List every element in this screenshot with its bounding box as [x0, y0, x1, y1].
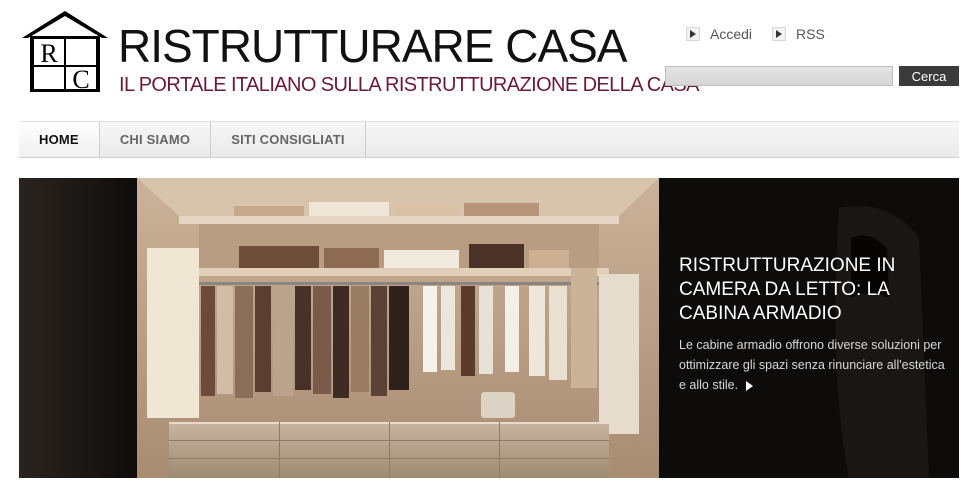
hero-description: Le cabine armadio offrono diverse soluzi…: [679, 335, 945, 395]
main-nav: HOME CHI SIAMO SITI CONSIGLIATI: [19, 121, 959, 158]
play-arrow-icon[interactable]: [746, 380, 754, 391]
login-link[interactable]: Accedi: [686, 25, 752, 43]
logo[interactable]: R C: [20, 10, 110, 94]
nav-item-chi-siamo[interactable]: CHI SIAMO: [100, 122, 212, 157]
site-title[interactable]: RISTRUTTURARE CASA: [118, 20, 627, 72]
rss-link[interactable]: RSS: [772, 25, 825, 43]
arrow-right-icon: [772, 27, 786, 41]
logo-letter-c: C: [72, 65, 89, 94]
search-button[interactable]: Cerca: [899, 66, 959, 86]
hero-banner[interactable]: RISTRUTTURAZIONE IN CAMERA DA LETTO: LA …: [19, 178, 959, 478]
hero-description-text: Le cabine armadio offrono diverse soluzi…: [679, 338, 945, 392]
hero-title[interactable]: RISTRUTTURAZIONE IN CAMERA DA LETTO: LA …: [679, 254, 939, 326]
rss-link-label: RSS: [796, 26, 825, 42]
login-link-label: Accedi: [710, 26, 753, 42]
arrow-right-icon: [686, 27, 700, 41]
nav-item-siti-consigliati[interactable]: SITI CONSIGLIATI: [211, 122, 366, 157]
logo-letter-r: R: [40, 39, 58, 68]
site-tagline: IL PORTALE ITALIANO SULLA RISTRUTTURAZIO…: [119, 74, 699, 96]
search-input[interactable]: [665, 66, 893, 86]
nav-item-home[interactable]: HOME: [19, 122, 100, 157]
hero-text-overlay: [659, 178, 959, 478]
